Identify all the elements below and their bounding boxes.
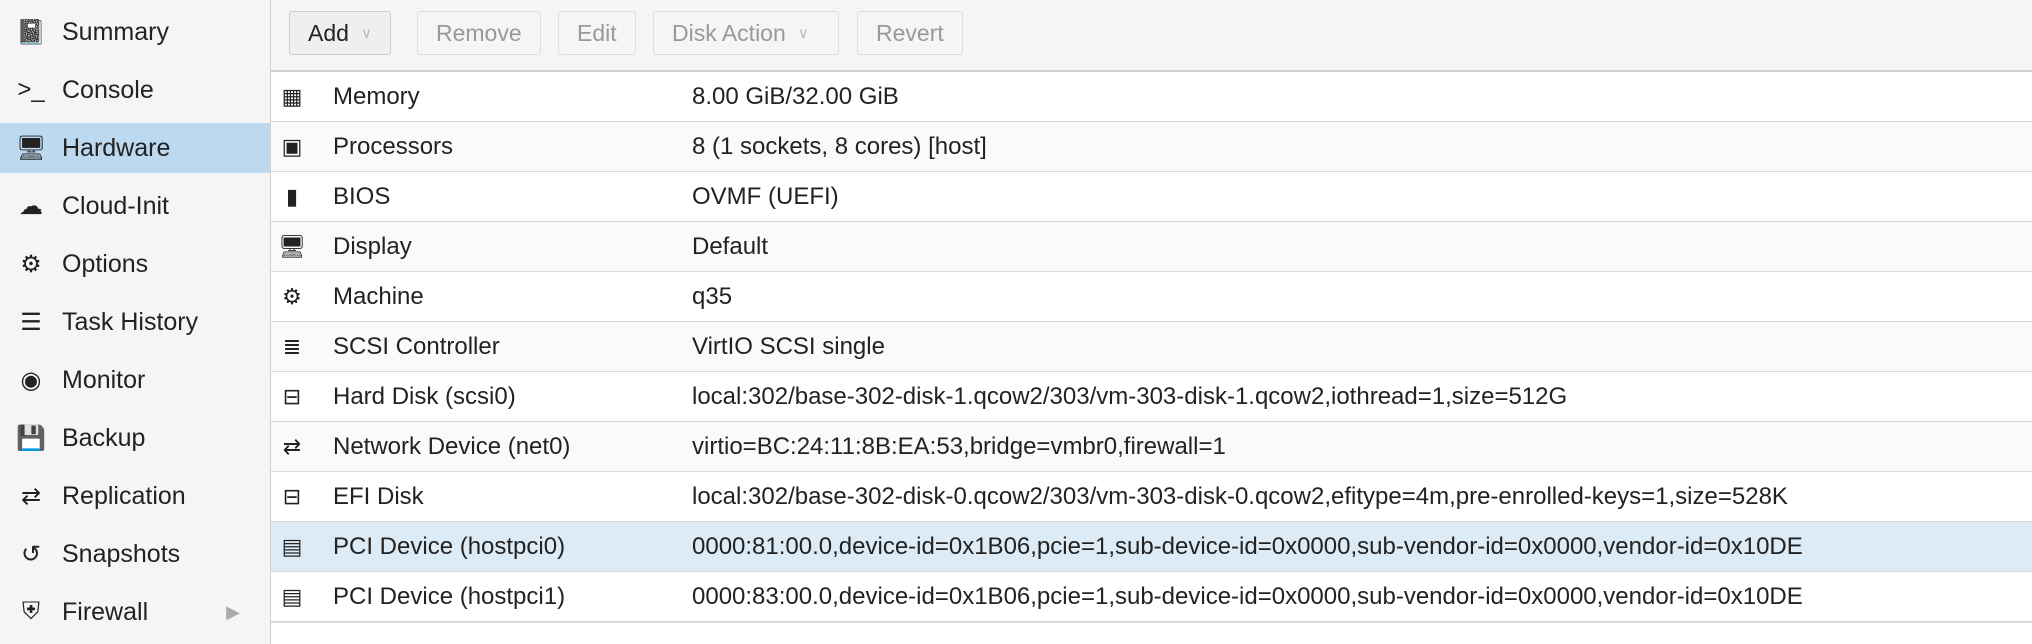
- hardware-value: OVMF (UEFI): [692, 182, 839, 210]
- hardware-value: Default: [692, 232, 769, 260]
- eye-icon: ◉: [20, 366, 42, 394]
- sidebar-item-label: Replication: [62, 481, 186, 510]
- retweet-icon: ⇄: [20, 482, 42, 510]
- sidebar-item-label: Summary: [62, 17, 169, 46]
- table-row[interactable]: ▮ BIOS OVMF (UEFI): [271, 172, 2032, 223]
- hardware-key: Machine: [333, 282, 424, 310]
- hdd-icon: ⊟: [282, 483, 302, 509]
- hardware-value: local:302/base-302-disk-0.qcow2/303/vm-3…: [692, 482, 1788, 510]
- sidebar-item-label: Hardware: [62, 133, 171, 162]
- chevron-down-icon: ∨: [360, 25, 372, 42]
- sidebar-item-label: Options: [62, 249, 149, 278]
- hardware-key: Hard Disk (scsi0): [333, 382, 516, 410]
- sidebar-item-label: Task History: [62, 307, 199, 336]
- table-row[interactable]: ⊟ EFI Disk local:302/base-302-disk-0.qcow2…: [271, 472, 2032, 523]
- edit-button[interactable]: Edit: [558, 11, 636, 55]
- database-icon: ≣: [282, 333, 302, 359]
- desktop-icon: 🖥: [16, 134, 47, 162]
- memory-icon: ▦: [281, 83, 303, 109]
- terminal-icon: >_: [17, 76, 45, 103]
- hardware-value: 8.00 GiB/32.00 GiB: [692, 82, 899, 110]
- add-button[interactable]: Add ∨: [289, 11, 391, 55]
- table-row[interactable]: ⇄ Network Device (net0) virtio=BC:24:11:8B…: [271, 422, 2032, 473]
- table-row[interactable]: ⊟ Hard Disk (scsi0) local:302/base-302-dis…: [271, 372, 2032, 423]
- hardware-key: EFI Disk: [333, 482, 424, 510]
- disk-action-label: Disk Action: [672, 19, 786, 46]
- sidebar-item-label: Firewall: [62, 597, 149, 626]
- hardware-value: virtio=BC:24:11:8B:EA:53,bridge=vmbr0,fi…: [692, 432, 1226, 460]
- sidebar-item-cloud-init[interactable]: ☁ Cloud-Init: [0, 181, 270, 231]
- pci-card-icon: ▤: [281, 533, 303, 559]
- sidebar-item-summary[interactable]: 📓 Summary: [0, 7, 270, 57]
- table-row[interactable]: ▦ Memory 8.00 GiB/32.00 GiB: [271, 72, 2032, 123]
- sidebar: 📓 Summary >_ Console 🖥 Hardware ☁ Cloud-Init ⚙ Op…: [0, 0, 271, 644]
- hardware-key: Processors: [333, 132, 454, 160]
- floppy-icon: 💾: [16, 424, 46, 452]
- hardware-key: SCSI Controller: [333, 332, 500, 360]
- hardware-value: local:302/base-302-disk-1.qcow2/303/vm-3…: [692, 382, 1568, 410]
- hardware-value: VirtIO SCSI single: [692, 332, 885, 360]
- table-row[interactable]: 🖥 Display Default: [271, 222, 2032, 273]
- disk-action-button[interactable]: Disk Action ∨: [653, 11, 839, 55]
- revert-button[interactable]: Revert: [857, 11, 963, 55]
- shield-icon: ⛨: [22, 598, 40, 625]
- sidebar-item-backup[interactable]: 💾 Backup: [0, 413, 270, 463]
- sidebar-item-task-history[interactable]: ☰ Task History: [0, 297, 270, 347]
- sidebar-item-label: Monitor: [62, 365, 146, 394]
- desktop-icon: 🖥: [278, 233, 306, 259]
- sidebar-item-hardware[interactable]: 🖥 Hardware: [0, 123, 270, 173]
- hardware-key: Memory: [333, 82, 420, 110]
- sidebar-item-firewall[interactable]: ⛨ Firewall ▶: [0, 587, 270, 637]
- list-icon: ☰: [20, 308, 42, 336]
- hardware-key: Network Device (net0): [333, 432, 571, 460]
- caret-right-icon[interactable]: ▶: [226, 602, 240, 623]
- hdd-icon: ⊟: [282, 383, 302, 409]
- sidebar-item-monitor[interactable]: ◉ Monitor: [0, 355, 270, 405]
- cogs-icon: ⚙: [282, 283, 302, 309]
- hardware-panel: Add ∨ Remove Edit Disk Action ∨ Revert ▦ Me…: [271, 0, 2032, 644]
- hardware-value: 0000:83:00.0,device-id=0x1B06,pcie=1,sub…: [692, 582, 1803, 610]
- table-row[interactable]: ≣ SCSI Controller VirtIO SCSI single: [271, 322, 2032, 373]
- cpu-icon: ▣: [281, 133, 303, 159]
- hardware-value: 0000:81:00.0,device-id=0x1B06,pcie=1,sub…: [692, 532, 1803, 560]
- sidebar-item-label: Cloud-Init: [62, 191, 169, 220]
- history-icon: ↺: [20, 540, 42, 568]
- cloud-icon: ☁: [19, 192, 43, 220]
- sidebar-item-console[interactable]: >_ Console: [0, 65, 270, 115]
- hardware-key: Display: [333, 232, 412, 260]
- remove-label: Remove: [436, 19, 522, 46]
- table-row[interactable]: ▤ PCI Device (hostpci0) 0000:81:00.0,devic…: [271, 522, 2032, 573]
- chevron-down-icon: ∨: [797, 25, 809, 42]
- pci-card-icon: ▤: [281, 583, 303, 609]
- hardware-value: q35: [692, 282, 733, 310]
- hardware-key: BIOS: [333, 182, 391, 210]
- table-row[interactable]: ▤ PCI Device (hostpci1) 0000:83:00.0,devic…: [271, 572, 2032, 623]
- exchange-icon: ⇄: [282, 433, 302, 459]
- revert-label: Revert: [876, 19, 944, 46]
- edit-label: Edit: [577, 19, 617, 46]
- toolbar: Add ∨ Remove Edit Disk Action ∨ Revert: [271, 0, 2032, 72]
- chip-icon: ▮: [285, 183, 299, 209]
- gear-icon: ⚙: [20, 250, 42, 278]
- remove-button[interactable]: Remove: [417, 11, 541, 55]
- sidebar-item-replication[interactable]: ⇄ Replication: [0, 471, 270, 521]
- sidebar-item-label: Snapshots: [62, 539, 181, 568]
- add-label: Add: [308, 19, 349, 46]
- book-icon: 📓: [16, 18, 46, 46]
- sidebar-item-label: Console: [62, 75, 154, 104]
- table-row[interactable]: ⚙ Machine q35: [271, 272, 2032, 323]
- table-row[interactable]: ▣ Processors 8 (1 sockets, 8 cores) [host]: [271, 122, 2032, 173]
- hardware-key: PCI Device (hostpci0): [333, 532, 566, 560]
- sidebar-item-options[interactable]: ⚙ Options: [0, 239, 270, 289]
- sidebar-item-label: Backup: [62, 423, 146, 452]
- sidebar-item-snapshots[interactable]: ↺ Snapshots: [0, 529, 270, 579]
- hardware-key: PCI Device (hostpci1): [333, 582, 566, 610]
- hardware-value: 8 (1 sockets, 8 cores) [host]: [692, 132, 987, 160]
